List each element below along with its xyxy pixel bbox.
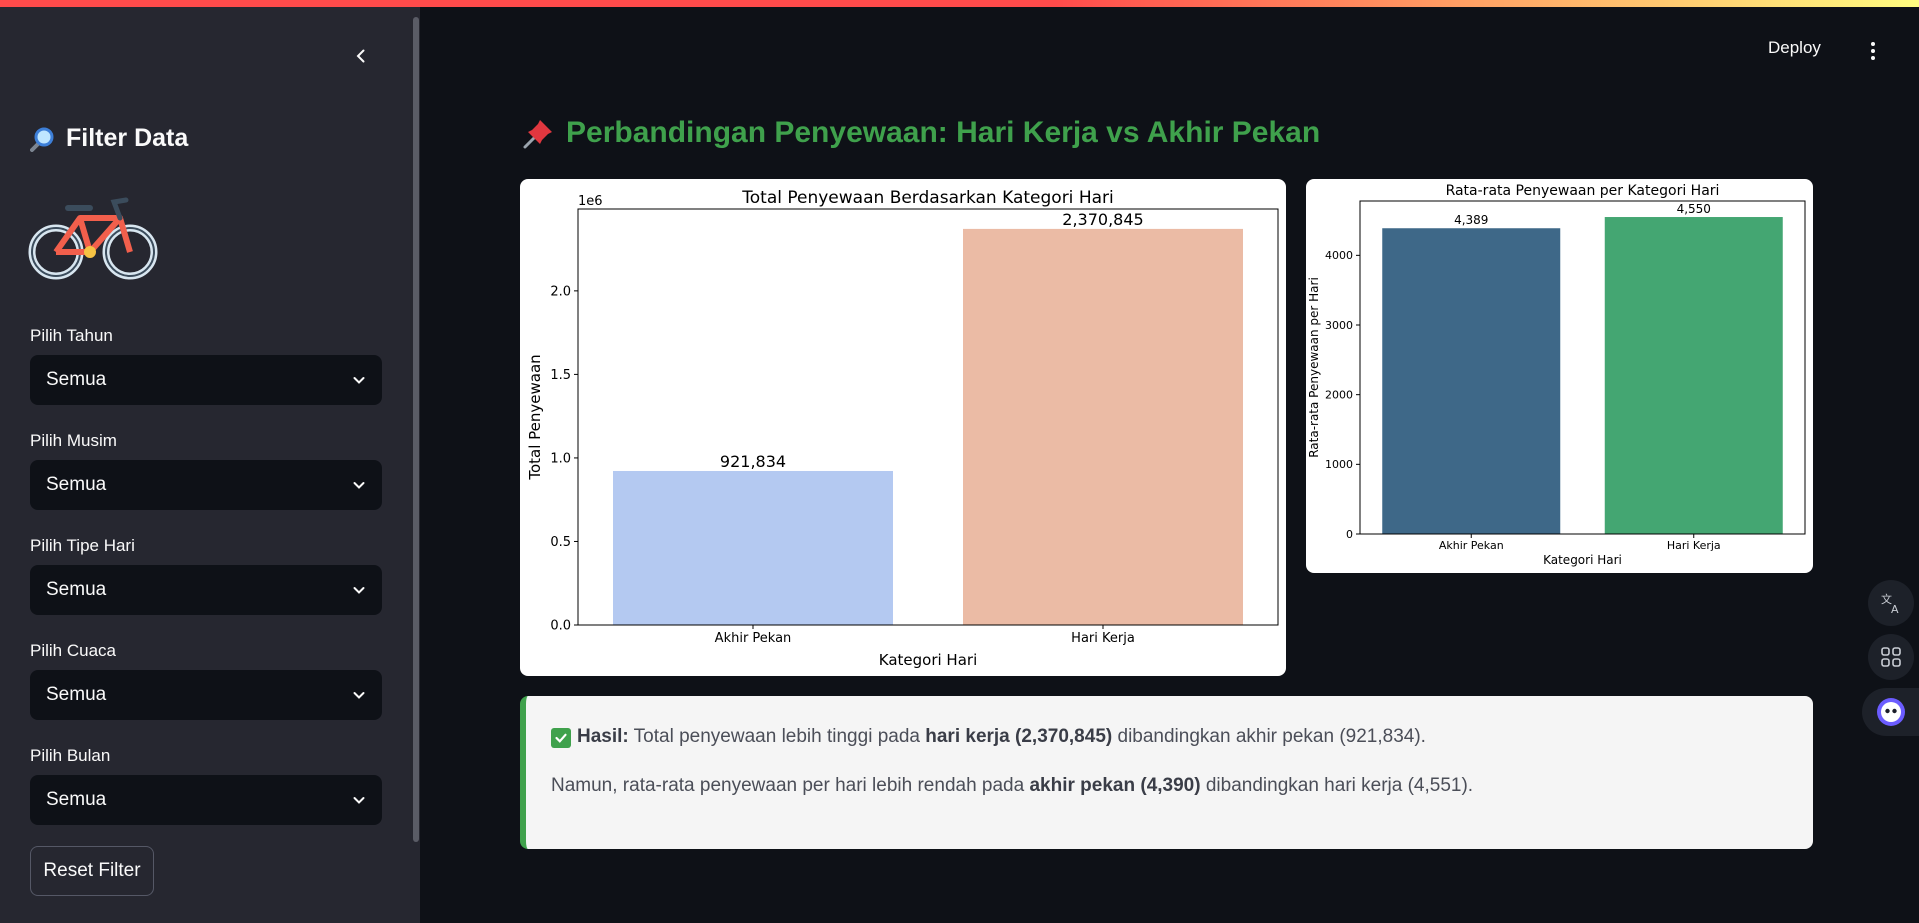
season-select-value: Semua [46, 474, 107, 495]
chevron-down-icon [353, 797, 365, 804]
sidebar-title-text: Filter Data [66, 124, 189, 152]
bar-data-label: 4,389 [1454, 213, 1488, 227]
x-tick-label: Hari Kerja [1071, 631, 1135, 646]
bar-data-label: 921,834 [720, 452, 786, 471]
month-select-value: Semua [46, 789, 107, 810]
bar-data-label: 2,370,845 [1062, 210, 1143, 229]
y-tick-label: 1000 [1325, 458, 1353, 471]
result-box: Hasil: Total penyewaan lebih tinggi pada… [520, 696, 1813, 849]
chart-average: 4,389 Akhir Pekan 4,550 Hari Kerja 0 1000 2000… [1307, 183, 1806, 567]
x-tick-label: Hari Kerja [1667, 539, 1721, 552]
main-menu-button[interactable] [1862, 36, 1884, 66]
reset-filter-button[interactable]: Reset Filter [30, 846, 154, 896]
result-text-2b: akhir pekan (4,390) [1029, 775, 1201, 796]
y-tick-label: 1.5 [550, 368, 571, 383]
filter-weather-label: Pilih Cuaca [30, 641, 116, 660]
season-select[interactable]: Semua [30, 460, 382, 510]
daytype-select[interactable]: Semua [30, 565, 382, 615]
daytype-select-value: Semua [46, 579, 107, 600]
svg-text:A: A [1891, 603, 1899, 615]
dot-icon [1871, 56, 1875, 60]
result-line-1: Hasil: Total penyewaan lebih tinggi pada… [551, 726, 1813, 748]
translate-button[interactable]: 文 A [1868, 580, 1914, 626]
weather-select[interactable]: Semua [30, 670, 382, 720]
y-tick-label: 2000 [1325, 389, 1353, 402]
sidebar-scrollbar[interactable] [413, 17, 419, 842]
chevron-down-icon [353, 482, 365, 489]
axis-scale-label: 1e6 [578, 194, 603, 209]
y-tick-label: 3000 [1325, 319, 1353, 332]
result-text-2a: Namun, rata-rata penyewaan per hari lebi… [551, 775, 1030, 796]
filter-season-label: Pilih Musim [30, 431, 117, 450]
apps-button[interactable] [1868, 634, 1914, 680]
y-axis-label: Total Penyewaan [526, 354, 544, 480]
page-title: Perbandingan Penyewaan: Hari Kerja vs Ak… [522, 116, 1320, 150]
apps-icon [1881, 647, 1901, 667]
bar-data-label: 4,550 [1677, 202, 1711, 216]
x-tick-label: Akhir Pekan [715, 631, 792, 646]
assistant-button[interactable] [1862, 688, 1919, 736]
check-icon [551, 728, 571, 748]
chart-total-card: 921,834 Akhir Pekan 2,370,845 Hari Kerja 0.0… [520, 179, 1286, 676]
chevron-down-icon [353, 692, 365, 699]
year-select-value: Semua [46, 369, 107, 390]
dot-icon [1871, 42, 1875, 46]
result-text-1b: hari kerja (2,370,845) [925, 726, 1113, 747]
filter-month-label: Pilih Bulan [30, 746, 111, 765]
top-decoration-bar [0, 0, 1919, 7]
y-axis-label: Rata-rata Penyewaan per Hari [1307, 277, 1321, 458]
x-tick-label: Akhir Pekan [1439, 539, 1504, 552]
bar [613, 470, 893, 625]
chevron-down-icon [353, 587, 365, 594]
bar [1382, 228, 1561, 534]
chart-title: Total Penyewaan Berdasarkan Kategori Har… [741, 188, 1113, 208]
collapse-sidebar-button[interactable] [345, 40, 377, 72]
y-tick-label: 0.5 [550, 535, 571, 550]
chevron-down-icon [353, 377, 365, 384]
pushpin-icon [523, 120, 552, 149]
month-select[interactable]: Semua [30, 775, 382, 825]
chart-title: Rata-rata Penyewaan per Kategori Hari [1446, 183, 1720, 199]
weather-select-value: Semua [46, 684, 107, 705]
y-tick-label: 4000 [1325, 249, 1353, 262]
dot-icon [1871, 49, 1875, 53]
y-tick-label: 2.0 [550, 284, 571, 299]
y-tick-label: 0.0 [550, 619, 571, 634]
bicycle-icon [28, 197, 158, 280]
y-tick-label: 0 [1346, 528, 1353, 541]
y-tick-label: 1.0 [550, 451, 571, 466]
filter-year-label: Pilih Tahun [30, 326, 113, 345]
bar [963, 228, 1243, 625]
x-axis-label: Kategori Hari [1543, 553, 1622, 567]
result-label: Hasil: [577, 726, 629, 747]
chart-average-card: 4,389 Akhir Pekan 4,550 Hari Kerja 0 1000 2000… [1306, 179, 1813, 573]
result-text-1a: Total penyewaan lebih tinggi pada [628, 726, 926, 747]
translate-icon: 文 A [1881, 592, 1899, 615]
year-select[interactable]: Semua [30, 355, 382, 405]
x-axis-label: Kategori Hari [879, 651, 977, 669]
assistant-icon [1877, 698, 1905, 726]
filter-daytype-label: Pilih Tipe Hari [30, 536, 135, 555]
page-title-text: Perbandingan Penyewaan: Hari Kerja vs Ak… [566, 116, 1321, 149]
chart-total: 921,834 Akhir Pekan 2,370,845 Hari Kerja 0.0… [526, 188, 1279, 669]
magnifier-icon [30, 127, 54, 152]
bar [1604, 217, 1783, 534]
result-text-1c: dibandingkan akhir pekan (921,834). [1112, 726, 1426, 747]
result-text-2c: dibandingkan hari kerja (4,551). [1200, 775, 1474, 796]
deploy-button[interactable]: Deploy [1768, 38, 1821, 58]
chevron-left-icon [356, 49, 365, 63]
sidebar-title: Filter Data [30, 124, 188, 153]
result-line-2: Namun, rata-rata penyewaan per hari lebi… [551, 775, 1813, 797]
